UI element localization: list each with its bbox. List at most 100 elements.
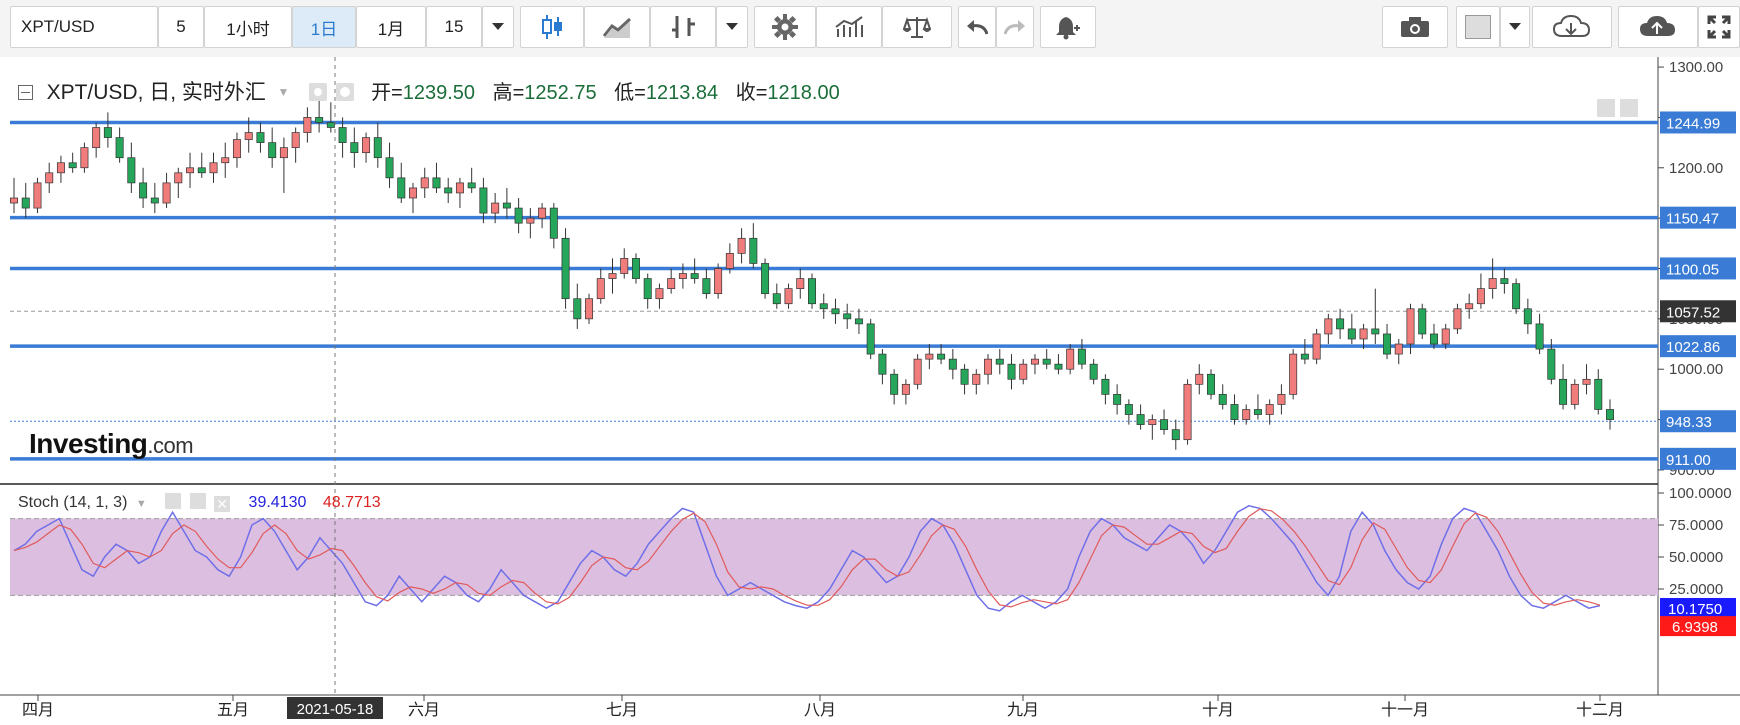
candle[interactable] [761, 263, 770, 295]
candle[interactable] [279, 147, 288, 159]
candle[interactable] [409, 187, 417, 199]
stoch-dropdown-icon[interactable]: ▼ [136, 498, 147, 510]
candle[interactable] [256, 132, 265, 143]
candle[interactable] [831, 308, 840, 315]
candle[interactable] [514, 207, 523, 224]
candle[interactable] [455, 182, 464, 194]
interval-5-button[interactable]: 5 [158, 6, 204, 48]
candle[interactable] [92, 127, 101, 148]
candle[interactable] [948, 358, 957, 370]
candle[interactable] [385, 157, 394, 179]
candle[interactable] [526, 217, 535, 224]
candle[interactable] [854, 318, 863, 325]
candle[interactable] [1300, 353, 1309, 360]
candle[interactable] [1371, 328, 1380, 335]
candle[interactable] [1453, 308, 1462, 330]
candle[interactable] [1160, 419, 1169, 430]
settings-button[interactable] [754, 6, 816, 48]
candle[interactable] [1277, 394, 1286, 405]
candle[interactable] [866, 323, 875, 355]
candle[interactable] [1359, 328, 1368, 340]
color-picker-button[interactable] [1456, 6, 1500, 48]
load-layout-button[interactable] [1532, 6, 1612, 48]
interval-15-button[interactable]: 15 [426, 6, 482, 48]
candle[interactable] [150, 197, 159, 204]
candle[interactable] [984, 358, 993, 375]
candle[interactable] [1042, 358, 1051, 365]
candle[interactable] [878, 353, 887, 375]
candle[interactable] [502, 202, 511, 209]
candle[interactable] [1289, 353, 1298, 395]
candle[interactable] [1429, 333, 1438, 345]
candle[interactable] [1113, 394, 1122, 405]
legend-dropdown-icon[interactable]: ▼ [277, 85, 289, 99]
candle[interactable] [1488, 278, 1497, 289]
candle[interactable] [1218, 394, 1227, 405]
candlestick-button[interactable] [520, 6, 584, 48]
candle[interactable] [1183, 383, 1192, 441]
interval-1h-button[interactable]: 1小时 [204, 6, 292, 48]
interval-dropdown-button[interactable] [482, 6, 514, 48]
candle[interactable] [808, 278, 816, 305]
candle[interactable] [538, 207, 547, 219]
scroll-updown-icon[interactable] [1620, 99, 1638, 117]
candle[interactable] [596, 278, 605, 300]
stoch-close-icon[interactable]: ✕ [214, 496, 231, 512]
candle[interactable] [444, 187, 453, 194]
candle[interactable] [1582, 378, 1591, 385]
eye-icon[interactable] [308, 83, 327, 101]
candle[interactable] [608, 273, 617, 279]
candle[interactable] [702, 278, 711, 295]
candle[interactable] [1312, 333, 1321, 360]
candle[interactable] [232, 139, 241, 159]
candle[interactable] [1418, 308, 1427, 335]
candle[interactable] [45, 172, 54, 184]
candle[interactable] [890, 373, 899, 395]
candle[interactable] [291, 132, 300, 148]
candle[interactable] [784, 288, 793, 305]
candle[interactable] [1054, 363, 1063, 370]
candle[interactable] [796, 278, 805, 289]
candle[interactable] [1007, 363, 1016, 380]
candle[interactable] [1523, 308, 1532, 325]
candle[interactable] [1242, 409, 1251, 420]
candle[interactable] [1500, 278, 1509, 284]
candle[interactable] [1383, 333, 1392, 355]
chart-area[interactable]: 1300.001250.001200.001150.001100.001050.… [0, 57, 1740, 720]
candle[interactable] [1207, 373, 1215, 395]
candle[interactable] [585, 298, 594, 320]
candle[interactable] [1030, 358, 1039, 365]
save-layout-button[interactable] [1618, 6, 1698, 48]
indicators-button[interactable] [816, 6, 882, 48]
candle[interactable] [162, 182, 171, 204]
candle[interactable] [549, 207, 558, 239]
candle[interactable] [631, 258, 640, 279]
candle[interactable] [479, 187, 488, 214]
candle[interactable] [432, 177, 441, 189]
candle[interactable] [843, 313, 852, 320]
gear-icon[interactable] [335, 83, 354, 101]
candle[interactable] [186, 167, 195, 174]
candle[interactable] [268, 142, 277, 159]
candle[interactable] [467, 182, 476, 189]
undo-button[interactable] [958, 6, 996, 48]
candle[interactable] [737, 237, 746, 254]
candle[interactable] [690, 273, 699, 279]
candle[interactable] [1265, 404, 1274, 415]
candle[interactable] [326, 122, 335, 128]
candle[interactable] [1547, 348, 1556, 380]
compare-button[interactable] [882, 6, 952, 48]
candle[interactable] [1230, 404, 1239, 420]
symbol-selector[interactable]: XPT/USD [10, 6, 158, 48]
candle[interactable] [1465, 303, 1474, 310]
candle[interactable] [1594, 378, 1603, 410]
candle[interactable] [103, 127, 112, 138]
line-chart-button[interactable] [584, 6, 650, 48]
candle[interactable] [303, 117, 312, 133]
candle[interactable] [1195, 373, 1204, 385]
interval-1d-button[interactable]: 1日 [292, 6, 356, 48]
candle[interactable] [1101, 378, 1110, 395]
candle[interactable] [1512, 283, 1521, 310]
scroll-down-icon[interactable] [1597, 99, 1615, 117]
candle[interactable] [1253, 409, 1262, 415]
